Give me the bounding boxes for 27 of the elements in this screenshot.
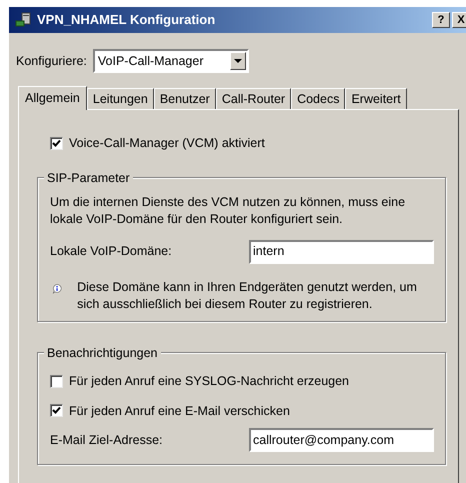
- tab[interactable]: Benutzer: [154, 88, 216, 109]
- caret-icon: [234, 59, 242, 63]
- tab[interactable]: Allgemein: [18, 86, 87, 110]
- checkbox-label: Für jeden Anruf eine E-Mail verschicken: [69, 402, 290, 420]
- info-text: Diese Domäne kann in Ihren Endgeräten genutzt werden, um sich ausschließlich bei diesem Router zu registrieren.: [77, 278, 418, 313]
- checkmark-icon: [52, 138, 61, 148]
- checkbox[interactable]: [50, 404, 63, 418]
- network-computer-icon: [15, 12, 33, 28]
- input-field[interactable]: intern: [249, 240, 434, 264]
- field-label: E-Mail Ziel-Adresse:: [50, 432, 164, 449]
- checkbox-label: Voice-Call-Manager (VCM) aktiviert: [69, 135, 265, 152]
- tab[interactable]: Leitungen: [86, 88, 154, 109]
- field-label: Konfiguriere:: [16, 52, 87, 70]
- title-bar-button[interactable]: ?: [432, 12, 450, 28]
- tab[interactable]: Erweitert: [345, 88, 407, 109]
- checkbox[interactable]: [50, 136, 63, 150]
- checkmark-icon: [52, 406, 61, 416]
- description-text: Um die internen Dienste des VCM nutzen zu können, muss eine lokale VoIP-Domäne für den Router konfiguriert sein.: [50, 194, 406, 228]
- title-bar-button[interactable]: X: [452, 12, 466, 28]
- tab[interactable]: Call-Router: [216, 88, 292, 109]
- checkbox[interactable]: [50, 374, 63, 388]
- field-label: Lokale VoIP-Domäne:: [50, 243, 173, 260]
- window-title: VPN_NHAMEL Konfiguration: [37, 11, 216, 30]
- checkbox-label: Für jeden Anruf eine SYSLOG-Nachricht erzeugen: [69, 372, 350, 390]
- input-field[interactable]: callrouter@company.com: [249, 428, 434, 452]
- dropdown[interactable]: VoIP-Call-Manager: [92, 49, 249, 73]
- tab[interactable]: Codecs: [291, 88, 346, 109]
